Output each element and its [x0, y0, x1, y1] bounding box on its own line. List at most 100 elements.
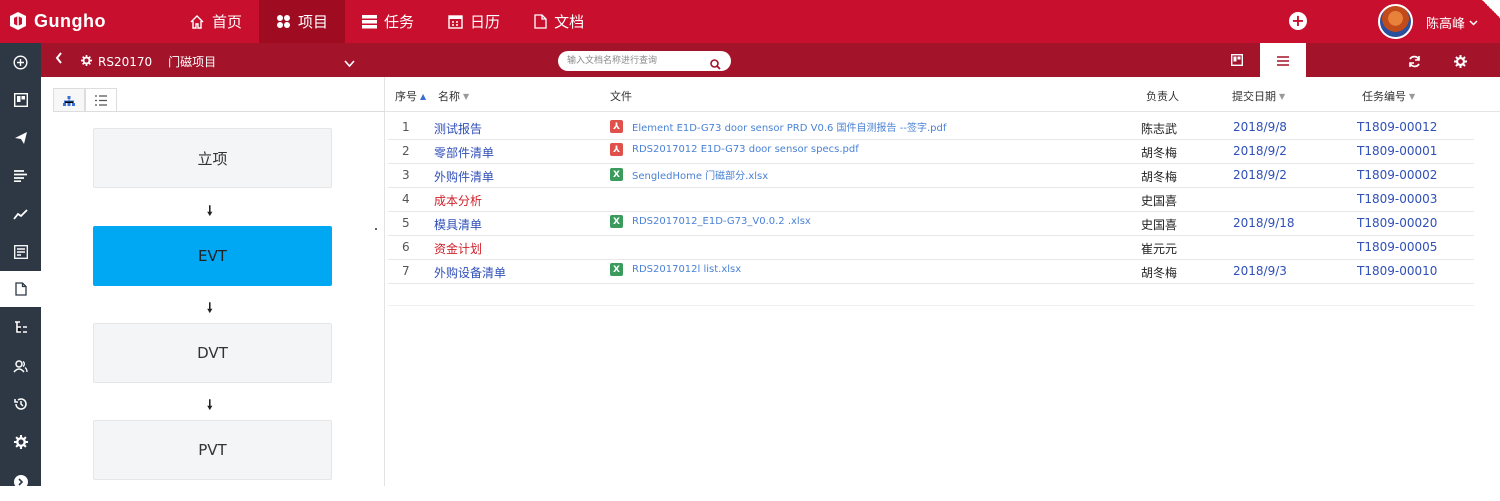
nav-tasks[interactable]: 任务	[345, 0, 431, 43]
arrow-down-icon: 🠗	[207, 204, 213, 219]
search-icon[interactable]	[710, 55, 721, 74]
row-owner: 史国喜	[1141, 218, 1178, 232]
avatar[interactable]	[1378, 4, 1413, 39]
table-row[interactable]: 4 成本分析 史国喜 T1809-00003	[388, 188, 1474, 212]
table-row[interactable]: 2 零部件清单 ⅄ RDS2017012 E1D-G73 door sensor sp…	[388, 140, 1474, 164]
document-search-input[interactable]	[558, 51, 731, 71]
table-row[interactable]: 3 外购件清单 X SengledHome 门磁部分.xlsx 胡冬梅 2018/9/2 T…	[388, 164, 1474, 188]
document-icon[interactable]	[0, 271, 41, 307]
board-view-button[interactable]	[1214, 43, 1260, 77]
dashboard-icon[interactable]	[0, 233, 41, 271]
table-row[interactable]: 6 资金计划 崔元元 T1809-00005	[388, 236, 1474, 260]
file-name: SengledHome 门磁部分.xlsx	[632, 171, 769, 182]
calendar-icon	[448, 14, 463, 29]
tab-tree[interactable]	[53, 88, 85, 112]
row-date: 2018/9/18	[1233, 216, 1295, 230]
project-name: 门磁项目	[168, 55, 217, 69]
row-owner: 胡冬梅	[1141, 146, 1178, 160]
stage-card-initiation[interactable]: 立项	[93, 128, 332, 188]
row-name-link[interactable]: 成本分析	[434, 192, 482, 209]
column-header-name[interactable]: 名称 ▼	[438, 88, 469, 104]
row-seq: 5	[402, 216, 410, 230]
project-selector[interactable]: RS20170 门磁项目	[81, 53, 216, 70]
row-task-id-link[interactable]: T1809-00020	[1357, 216, 1437, 230]
row-task-id-link[interactable]: T1809-00002	[1357, 168, 1437, 182]
row-name-link[interactable]: 测试报告	[434, 120, 482, 137]
back-icon[interactable]	[55, 52, 63, 68]
nav-calendar[interactable]: 日历	[431, 0, 517, 43]
row-file-link[interactable]: X RDS2017012l list.xlsx	[610, 263, 741, 276]
refresh-icon[interactable]	[1408, 53, 1421, 72]
row-task-id-link[interactable]: T1809-00001	[1357, 144, 1437, 158]
stage-card-pvt[interactable]: PVT	[93, 420, 332, 480]
nav-tasks-label: 任务	[384, 13, 415, 31]
row-name-link[interactable]: 零部件清单	[434, 144, 494, 161]
stage-card-evt[interactable]: EVT	[93, 226, 332, 286]
add-circle-icon[interactable]	[0, 43, 41, 81]
row-file-link[interactable]: X RDS2017012_E1D-G73_V0.0.2 .xlsx	[610, 215, 811, 228]
nav-projects[interactable]: 项目	[259, 0, 346, 43]
user-menu[interactable]: 陈高峰	[1426, 13, 1478, 32]
file-name: Element E1D-G73 door sensor PRD V0.6 国件自…	[632, 123, 947, 134]
row-task-id-link[interactable]: T1809-00010	[1357, 264, 1437, 278]
stage-label: 立项	[197, 149, 228, 168]
file-name: RDS2017012l list.xlsx	[632, 264, 742, 275]
list-icon[interactable]	[0, 157, 41, 195]
corner-fold-decoration	[1482, 0, 1500, 18]
row-name-link[interactable]: 外购设备清单	[434, 264, 506, 281]
gear-icon	[81, 54, 92, 69]
row-name-link[interactable]: 资金计划	[434, 240, 482, 257]
top-navigation-bar: Gungho 首页 项目 任务 日历 文档 + 陈高峰	[0, 0, 1500, 43]
icon-sidebar	[0, 43, 41, 489]
row-name-link[interactable]: 外购件清单	[434, 168, 494, 185]
column-header-date[interactable]: 提交日期 ▼	[1232, 88, 1285, 104]
app-logo[interactable]: Gungho	[8, 9, 106, 33]
column-header-task-id[interactable]: 任务编号 ▼	[1362, 88, 1415, 104]
board-icon	[1230, 51, 1244, 70]
expand-icon[interactable]	[0, 463, 41, 501]
nav-documents[interactable]: 文档	[517, 0, 601, 43]
row-task-id-link[interactable]: T1809-00005	[1357, 240, 1437, 254]
arrow-down-icon: 🠗	[207, 398, 213, 413]
row-task-id-link[interactable]: T1809-00012	[1357, 120, 1437, 134]
table-row[interactable]: 1 测试报告 ⅄ Element E1D-G73 door sensor PRD V0…	[388, 116, 1474, 140]
table-row[interactable]: 7 外购设备清单 X RDS2017012l list.xlsx 胡冬梅 2018/9/3…	[388, 260, 1474, 284]
history-icon[interactable]	[0, 385, 41, 423]
sort-desc-icon: ▼	[1409, 91, 1416, 101]
home-icon	[189, 14, 205, 30]
row-file-link[interactable]: ⅄ Element E1D-G73 door sensor PRD V0.6 国件…	[610, 119, 946, 134]
row-owner: 崔元元	[1141, 242, 1178, 256]
hierarchy-icon[interactable]	[0, 309, 41, 347]
main-nav: 首页 项目 任务 日历 文档	[172, 0, 601, 43]
pdf-file-icon: ⅄	[610, 143, 623, 156]
stage-card-dvt[interactable]: DVT	[93, 323, 332, 383]
row-name-link[interactable]: 模具清单	[434, 216, 482, 233]
trend-chart-icon[interactable]	[0, 195, 41, 233]
add-icon[interactable]: +	[1289, 12, 1307, 30]
stage-label: DVT	[197, 344, 228, 362]
tab-stage-list[interactable]	[85, 88, 117, 112]
logo-text: Gungho	[34, 10, 106, 31]
document-icon	[534, 14, 547, 29]
header-label: 文件	[610, 90, 632, 103]
column-header-seq[interactable]: 序号 ▲	[395, 88, 426, 104]
chevron-down-icon[interactable]	[344, 53, 355, 72]
settings-icon[interactable]	[1454, 53, 1467, 72]
nav-projects-label: 项目	[298, 13, 329, 31]
column-header-owner: 负责人	[1146, 88, 1179, 104]
row-file-link[interactable]: X SengledHome 门磁部分.xlsx	[610, 167, 768, 182]
grid-icon	[276, 14, 291, 29]
settings-icon[interactable]	[0, 423, 41, 461]
row-owner: 史国喜	[1141, 194, 1178, 208]
row-task-id-link[interactable]: T1809-00003	[1357, 192, 1437, 206]
nav-home[interactable]: 首页	[172, 0, 259, 43]
file-name: RDS2017012_E1D-G73_V0.0.2 .xlsx	[632, 216, 811, 227]
send-icon[interactable]	[0, 119, 41, 157]
list-view-button[interactable]	[1260, 43, 1306, 77]
tabs-divider	[53, 111, 385, 112]
board-icon[interactable]	[0, 81, 41, 119]
team-icon[interactable]	[0, 347, 41, 385]
row-file-link[interactable]: ⅄ RDS2017012 E1D-G73 door sensor specs.pd…	[610, 143, 859, 156]
table-row[interactable]: 5 模具清单 X RDS2017012_E1D-G73_V0.0.2 .xlsx 史国喜…	[388, 212, 1474, 236]
sort-desc-icon: ▼	[1279, 91, 1286, 101]
